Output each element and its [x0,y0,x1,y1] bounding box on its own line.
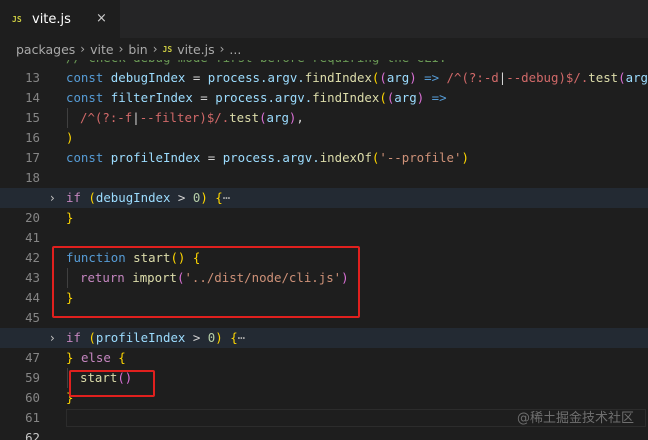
code-line: 59 } else { [0,348,648,385]
tab-bar: JS vite.js × [0,0,648,38]
breadcrumb: packages › vite › bin › JS vite.js › ... [0,38,648,60]
keyword: if [66,330,81,345]
annotation-box-start-function [52,246,360,318]
keyword: const [66,150,104,165]
regex-part: --debug)$/. [506,70,589,85]
keyword: const [66,70,104,85]
close-icon[interactable]: × [96,11,107,26]
function-name: indexOf [319,150,372,165]
code-line: 14 const debugIndex = process.argv.findI… [0,68,648,105]
fold-ellipsis[interactable]: ⋯ [238,330,245,345]
member-expression: process.argv. [207,70,305,85]
code-line: 19 [0,168,648,205]
identifier: profileIndex [110,150,201,165]
chevron-right-icon: › [219,42,225,56]
member-expression: process.argv. [215,90,313,105]
string-literal: '--profile' [379,150,462,165]
code-line: 17 ) [0,128,648,165]
code-line: 13 // check debug mode first before requ… [0,60,648,85]
code-line-folded: 47 › if (profileIndex > 0) {⋯ [0,328,648,365]
breadcrumb-file[interactable]: vite.js [177,42,214,57]
function-name: test [229,110,260,125]
js-file-icon: JS [12,14,22,24]
fold-ellipsis[interactable]: ⋯ [223,190,230,205]
param: arg [266,110,289,125]
chevron-right-icon: › [152,42,158,56]
breadcrumb-bin[interactable]: bin [128,42,147,57]
function-name: findIndex [304,70,372,85]
chevron-right-icon[interactable]: › [50,188,55,208]
param: arg [394,90,417,105]
keyword: else [80,350,111,365]
line-number: 62 [25,430,40,440]
breadcrumb-symbols[interactable]: ... [229,42,241,57]
keyword: if [66,190,81,205]
code-line: 41 } [0,208,648,245]
code-line: 16 /^(?:-f|--filter)$/.test(arg), [0,108,648,145]
code-line-folded: 20 › if (debugIndex > 0) {⋯ [0,188,648,225]
tab-label: vite.js [32,11,71,27]
param: arg [386,70,410,85]
code-line: 42 [0,228,648,265]
regex-part: /^(?:-f [80,110,133,125]
function-name: test [588,70,619,85]
identifier: profileIndex [95,330,186,345]
identifier: debugIndex [95,190,171,205]
function-name: findIndex [312,90,380,105]
code-line: 18 const profileIndex = process.argv.ind… [0,148,648,185]
code-comment: // check debug mode first before requiri… [66,60,446,68]
keyword: const [66,90,104,105]
annotation-box-start-call [69,370,155,397]
breadcrumb-packages[interactable]: packages [16,42,75,57]
watermark: @稀土掘金技术社区 [516,411,634,426]
chevron-right-icon: › [118,42,124,56]
identifier: filterIndex [110,90,193,105]
code-line: 15 const filterIndex = process.argv.find… [0,88,648,125]
member-expression: process.argv. [222,150,320,165]
chevron-right-icon[interactable]: › [50,328,55,348]
breadcrumb-vite[interactable]: vite [90,42,113,57]
chevron-right-icon: › [80,42,86,56]
identifier: debugIndex [110,70,186,85]
regex-part: --filter)$/. [139,110,230,125]
js-file-icon: JS [162,44,173,54]
tab-vite-js[interactable]: JS vite.js × [0,0,120,38]
regex-part: /^(?:-d [446,70,499,85]
